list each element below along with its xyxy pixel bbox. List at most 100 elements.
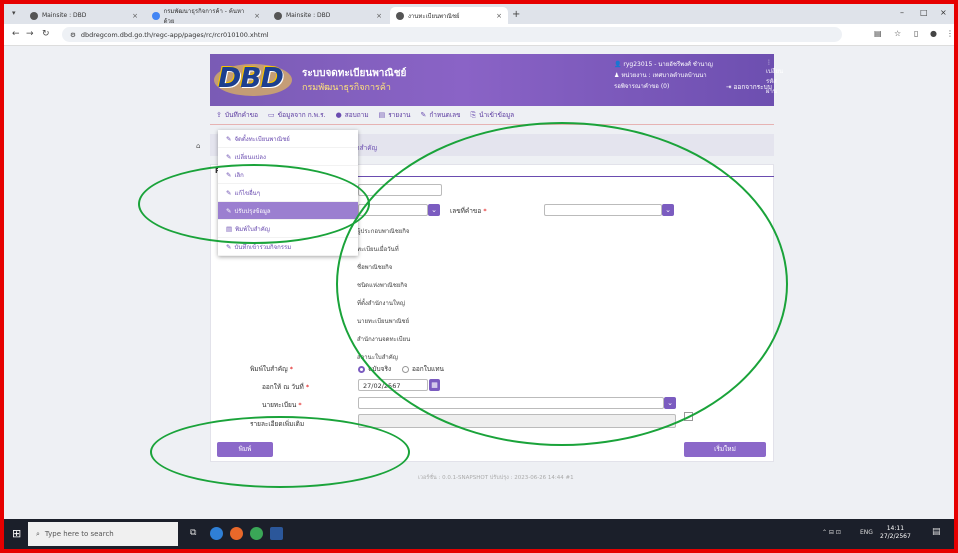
google-icon: [152, 11, 160, 20]
system-title: ระบบจดทะเบียนพาณิชย์: [302, 68, 407, 79]
clock-date: 27/2/2567: [880, 533, 911, 540]
taskbar-search[interactable]: ⌕ Type here to search: [28, 522, 178, 546]
firefox-icon[interactable]: [230, 527, 243, 540]
print-label-text: พิมพ์ใบสำคัญ: [250, 365, 288, 373]
menu-label: รายงาน: [388, 111, 411, 119]
back-icon[interactable]: ←: [12, 29, 20, 39]
sidebar-icon[interactable]: ▯: [914, 29, 918, 38]
menu-inquiry[interactable]: ● สอบถาม: [336, 110, 369, 120]
close-icon[interactable]: ×: [496, 12, 502, 20]
menu-icon[interactable]: ⋮: [946, 29, 954, 38]
tab-search-icon[interactable]: ▾: [12, 9, 16, 17]
profile-icon[interactable]: ●: [930, 29, 937, 38]
menu-import[interactable]: ⎘ นำเข้าข้อมูล: [471, 110, 515, 120]
breadcrumb: ำสำคัญ: [356, 144, 378, 152]
page-content: DBD ระบบจดทะเบียนพาณิชย์ กรมพัฒนาธุรกิจก…: [4, 46, 954, 519]
edit-icon: ✎: [420, 111, 427, 119]
registrar-text: นายทะเบียน: [262, 401, 297, 409]
agency-name: หน่วยงาน : เทศบาลตำบลบ้านนา: [621, 72, 707, 79]
tray-icons[interactable]: ⌃ ⊟ ⊡: [822, 529, 841, 536]
task-view-icon[interactable]: ⧉: [190, 528, 196, 538]
menu-numbering[interactable]: ✎ กำหนดเลข: [420, 110, 460, 120]
user-name: ryg23015 - นายอัชรีพงศ์ ชำนาญ: [623, 61, 713, 68]
dropdown-item-establish[interactable]: ✎ จัดตั้งทะเบียนพาณิชย์: [218, 130, 358, 148]
edit-icon: ✎: [226, 242, 232, 251]
tab-registration[interactable]: งานทะเบียนพาณิชย์ ×: [390, 7, 508, 24]
tab-mainsite-1[interactable]: Mainsite : DBD ×: [24, 7, 144, 24]
tab-google[interactable]: กรมพัฒนาธุรกิจการค้า - ค้นหาด้วย ×: [146, 7, 266, 25]
close-icon[interactable]: ×: [132, 12, 138, 20]
logout-icon: ⇥: [726, 83, 732, 91]
chat-icon: ●: [335, 111, 342, 119]
tab-mainsite-2[interactable]: Mainsite : DBD ×: [268, 7, 388, 24]
import-icon: ⎘: [470, 110, 477, 119]
dropdown-label: จัดตั้งทะเบียนพาณิชย์: [234, 135, 290, 143]
issue-date-text: ออกให้ ณ วันที่: [262, 383, 304, 391]
forward-icon[interactable]: →: [26, 29, 34, 39]
search-placeholder: Type here to search: [44, 530, 114, 538]
close-window-icon[interactable]: ×: [940, 8, 947, 17]
version-text: เวอร์ชั่น : 0.0.1-SNAPSHOT ปรับปรุง : 20…: [418, 475, 574, 481]
dbd-logo: DBD: [218, 61, 284, 94]
menu-label: นำเข้าข้อมูล: [479, 111, 515, 119]
menu-label: สอบถาม: [344, 111, 369, 119]
home-icon[interactable]: ⌂: [196, 142, 200, 150]
site-info-icon[interactable]: ⚙: [70, 31, 76, 39]
edit-icon: ✎: [226, 134, 232, 143]
maximize-icon[interactable]: □: [920, 8, 928, 17]
site-icon: [274, 11, 282, 20]
menu-record-request[interactable]: ⇪ บันทึกคำขอ: [216, 110, 258, 120]
windows-start-icon[interactable]: ⊞: [12, 527, 21, 540]
address-bar: ← → ↻ ⚙ dbdregcom.dbd.go.th/regc-app/pag…: [4, 24, 954, 46]
user-icon: 👤: [614, 61, 622, 68]
annotation-ellipse: [150, 416, 410, 488]
word-icon[interactable]: [270, 527, 283, 540]
edge-icon[interactable]: [210, 527, 223, 540]
menu-label: บันทึกคำขอ: [224, 111, 259, 119]
minimize-icon[interactable]: –: [900, 8, 904, 17]
site-icon: [396, 11, 404, 20]
upload-icon: ⇪: [216, 111, 222, 119]
report-icon: ▤: [378, 111, 386, 119]
main-menu: ⇪ บันทึกคำขอ ▭ ข้อมูลจาก ก.พ.ร. ● สอบถาม ▤ ร…: [210, 108, 774, 122]
close-icon[interactable]: ×: [254, 12, 260, 20]
issue-date-label: ออกให้ ณ วันที่ *: [262, 383, 310, 391]
logout-link[interactable]: ⇥ ออกจากระบบ: [726, 82, 772, 92]
edit-icon: ✎: [226, 152, 232, 161]
divider: [210, 124, 774, 125]
reload-icon[interactable]: ↻: [42, 29, 50, 39]
tab-title: กรมพัฒนาธุรกิจการค้า - ค้นหาด้วย: [163, 7, 245, 25]
language-indicator[interactable]: ENG: [860, 529, 873, 536]
tab-title: งานทะเบียนพาณิชย์: [408, 12, 460, 20]
monitor-icon: ▭: [268, 111, 275, 119]
tab-bar: ▾ Mainsite : DBD × กรมพัฒนาธุรกิจการค้า …: [4, 4, 954, 25]
header-banner: DBD ระบบจดทะเบียนพาณิชย์ กรมพัฒนาธุรกิจก…: [210, 54, 783, 106]
search-icon: ⌕: [36, 529, 40, 538]
menu-label: ข้อมูลจาก ก.พ.ร.: [277, 111, 326, 119]
new-tab-icon[interactable]: +: [512, 9, 520, 20]
url-input[interactable]: ⚙ dbdregcom.dbd.go.th/regc-app/pages/rc/…: [62, 27, 842, 42]
clock-time: 14:11: [886, 525, 905, 532]
dropdown-label: เปลี่ยนแปลง: [234, 153, 266, 161]
pending-link[interactable]: รอพิจารณาคำขอ (0): [614, 83, 669, 90]
taskbar: ⊞ ⌕ Type here to search ⧉ ⌃ ⊟ ⊡ ENG 14:1…: [4, 519, 954, 549]
menu-opdc-data[interactable]: ▭ ข้อมูลจาก ก.พ.ร.: [268, 110, 326, 120]
logout-label: ออกจากระบบ: [733, 83, 772, 91]
url-text: dbdregcom.dbd.go.th/regc-app/pages/rc/rc…: [80, 30, 269, 39]
translate-icon[interactable]: ▤: [874, 29, 882, 38]
radio-checked-icon: [358, 365, 365, 373]
menu-report[interactable]: ▤ รายงาน: [379, 110, 411, 120]
tab-title: Mainsite : DBD: [42, 12, 87, 19]
bookmark-star-icon[interactable]: ☆: [894, 29, 901, 38]
annotation-ellipse: [138, 164, 370, 244]
print-label: พิมพ์ใบสำคัญ *: [250, 365, 293, 373]
close-icon[interactable]: ×: [376, 12, 382, 20]
annotation-ellipse: [336, 122, 788, 446]
menu-label: กำหนดเลข: [429, 111, 461, 119]
site-icon: [30, 11, 38, 20]
chrome-icon[interactable]: [250, 527, 263, 540]
tab-title: Mainsite : DBD: [286, 12, 331, 19]
reset-button[interactable]: เริ่มใหม่: [684, 442, 766, 457]
notification-icon[interactable]: ▤: [932, 527, 941, 537]
clock[interactable]: 14:11 27/2/2567: [880, 525, 911, 541]
